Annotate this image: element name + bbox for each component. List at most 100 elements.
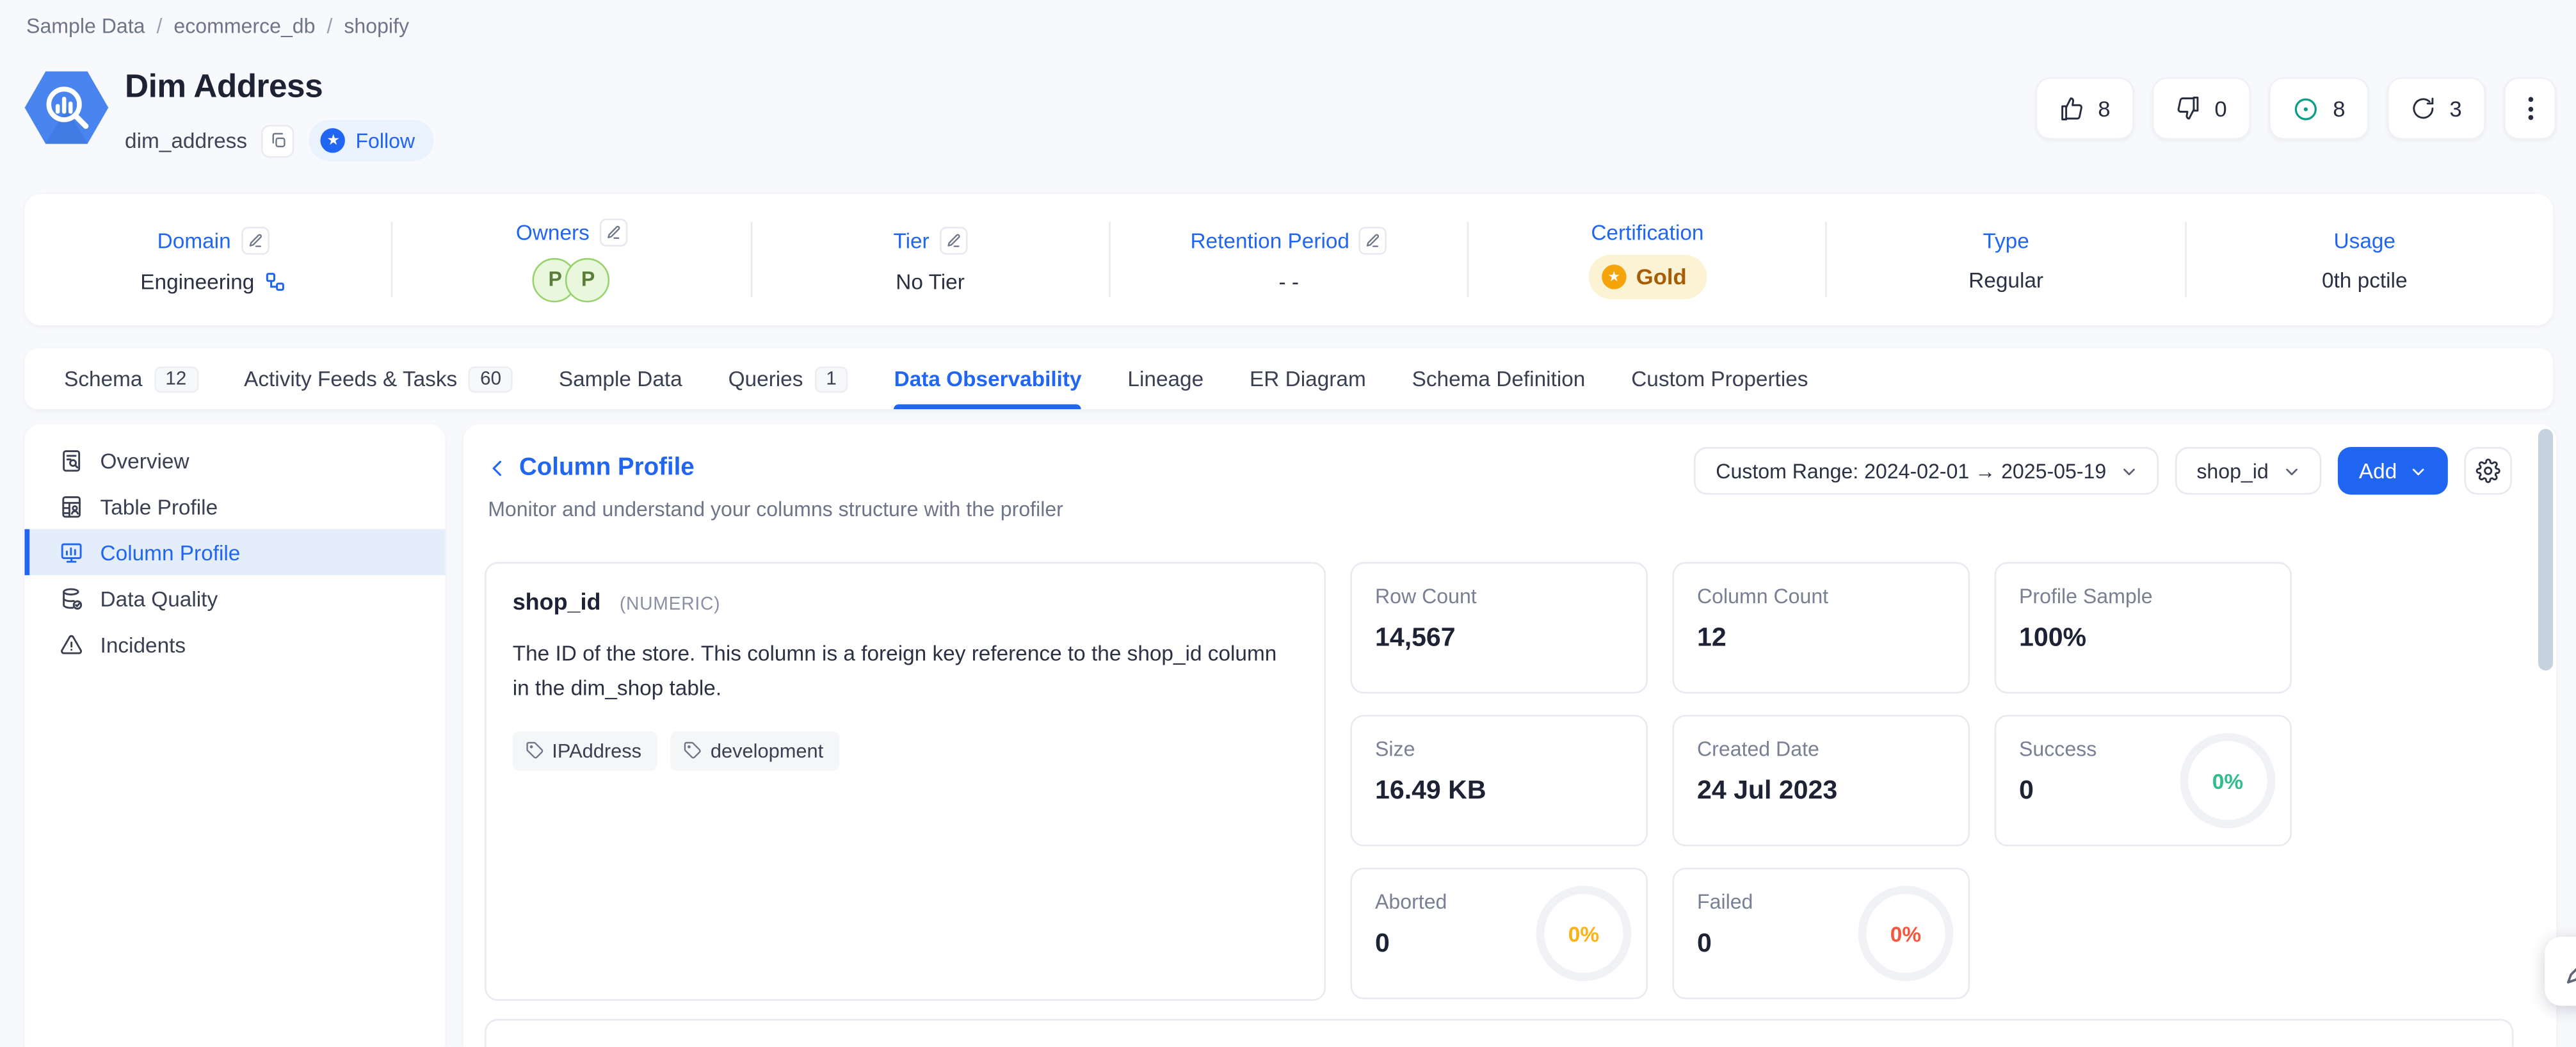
sidebar-item-data-quality[interactable]: Data Quality [24,575,445,621]
breadcrumb-separator: / [156,15,162,38]
history-icon [2410,95,2436,122]
tab-er-diagram[interactable]: ER Diagram [1250,348,1366,409]
tab-data-observability[interactable]: Data Observability [894,348,1082,409]
meta-field-domain: Domain Engineering [35,226,392,293]
tab-activity-feeds[interactable]: Activity Feeds & Tasks60 [244,348,513,409]
tab-count-badge: 60 [469,366,513,392]
thumbs-down-icon [2175,95,2202,122]
stat-failed: Failed 0 0% [1673,868,1970,999]
versions-button[interactable]: 3 [2387,77,2486,140]
sidebar-item-column-profile[interactable]: Column Profile [24,529,445,575]
success-percent-donut: 0% [2180,733,2276,829]
breadcrumb-item[interactable]: Sample Data [26,15,145,38]
meta-field-type: Type Regular [1828,227,2185,291]
chevron-down-icon [2410,462,2427,479]
meta-field-tier: Tier No Tier [752,226,1109,293]
upvote-count: 8 [2098,96,2111,120]
downvote-count: 0 [2214,96,2228,120]
medal-icon: ★ [1602,264,1626,289]
chevron-left-icon [488,458,508,478]
certification-label[interactable]: Certification [1591,220,1703,245]
tab-custom-properties[interactable]: Custom Properties [1631,348,1808,409]
database-check-icon [59,586,83,610]
certification-badge: ★ Gold [1588,255,1706,299]
kebab-menu-button[interactable] [2504,77,2556,140]
entity-name: dim_address [125,128,247,152]
downvote-button[interactable]: 0 [2152,77,2251,140]
usage-value: 0th pctile [2322,267,2408,291]
sidebar-item-label: Incidents [101,632,186,656]
table-profile-icon [59,494,83,518]
tab-lineage[interactable]: Lineage [1127,348,1203,409]
feedback-pen-button[interactable] [2545,937,2576,1006]
followers-button[interactable]: 8 [2269,77,2369,140]
document-search-icon [59,448,83,472]
stat-profile-sample: Profile Sample 100% [1995,562,2292,694]
meta-field-usage: Usage 0th pctile [2186,227,2543,291]
domain-value: Engineering [140,269,254,293]
star-icon: ★ [321,128,346,152]
retention-label[interactable]: Retention Period [1190,227,1349,252]
column-description: The ID of the store. This column is a fo… [513,638,1298,706]
sidebar-item-table-profile[interactable]: Table Profile [24,483,445,530]
tab-count-badge: 12 [154,366,198,392]
domain-link-icon [264,270,286,291]
tab-schema[interactable]: Schema12 [64,348,198,409]
tab-sample-data[interactable]: Sample Data [559,348,682,409]
scrollbar-thumb[interactable] [2538,429,2553,670]
tag-ipaddress[interactable]: IPAddress [513,731,658,770]
column-select-dropdown[interactable]: shop_id [2175,447,2321,494]
chevron-down-icon [2121,462,2137,479]
stat-row-count: Row Count 14,567 [1351,562,1648,694]
stat-column-count: Column Count 12 [1673,562,1970,694]
tab-schema-definition[interactable]: Schema Definition [1412,348,1586,409]
edit-retention-icon[interactable] [1359,226,1387,254]
settings-button[interactable] [2464,447,2511,494]
column-name: shop_id [513,588,601,615]
tab-queries[interactable]: Queries1 [729,348,848,409]
tier-value: No Tier [896,269,965,293]
edit-tier-icon[interactable] [939,226,967,254]
meta-field-owners: Owners P P [393,218,750,302]
breadcrumb-item[interactable]: ecommerce_db [173,15,315,38]
domain-label[interactable]: Domain [157,227,231,252]
sidebar-item-label: Data Quality [101,586,218,610]
metadata-bar: Domain Engineering Owners P P Tier [24,194,2553,325]
gear-icon [2475,459,2500,483]
stat-aborted: Aborted 0 0% [1351,868,1648,999]
content-area: Overview Table Profile Column Profile Da… [24,424,2556,1047]
add-button[interactable]: Add [2338,447,2448,494]
tag-icon [526,742,543,759]
tier-label[interactable]: Tier [893,227,929,252]
sidebar-item-label: Column Profile [101,540,241,564]
follow-button[interactable]: ★ Follow [310,120,433,161]
tag-development[interactable]: development [671,731,840,770]
meta-field-certification: Certification ★ Gold [1469,220,1826,299]
sidebar-item-label: Table Profile [101,494,218,518]
pen-icon [2564,957,2576,986]
back-navigation[interactable]: Column Profile [488,453,695,482]
edit-domain-icon[interactable] [241,226,269,254]
tag-icon [684,742,702,759]
kebab-menu-icon [2527,97,2532,120]
column-profile-panel: Column Profile Monitor and understand yo… [463,424,2557,1047]
header-actions: 8 0 8 3 [2036,77,2557,140]
profile-stats-grid: Row Count 14,567 Column Count 12 Profile… [1351,562,2292,1000]
copy-icon[interactable] [262,124,294,157]
bigquery-service-icon [24,69,108,147]
breadcrumb-item[interactable]: shopify [344,15,409,38]
title-block: Dim Address dim_address ★ Follow [125,69,433,161]
type-value: Regular [1968,267,2043,291]
stat-created-date: Created Date 24 Jul 2023 [1673,715,1970,846]
edit-owners-icon[interactable] [599,218,627,246]
stat-size: Size 16.49 KB [1351,715,1648,846]
usage-label: Usage [2334,227,2395,252]
owners-label[interactable]: Owners [516,220,590,244]
avatar[interactable]: P [566,257,610,302]
sidebar-item-incidents[interactable]: Incidents [24,621,445,667]
sidebar-item-overview[interactable]: Overview [24,437,445,483]
upvote-button[interactable]: 8 [2036,77,2134,140]
meta-field-retention: Retention Period - - [1110,226,1467,293]
next-card-edge [485,1019,2513,1047]
date-range-dropdown[interactable]: Custom Range: 2024-02-01 → 2025-05-19 [1695,447,2159,494]
